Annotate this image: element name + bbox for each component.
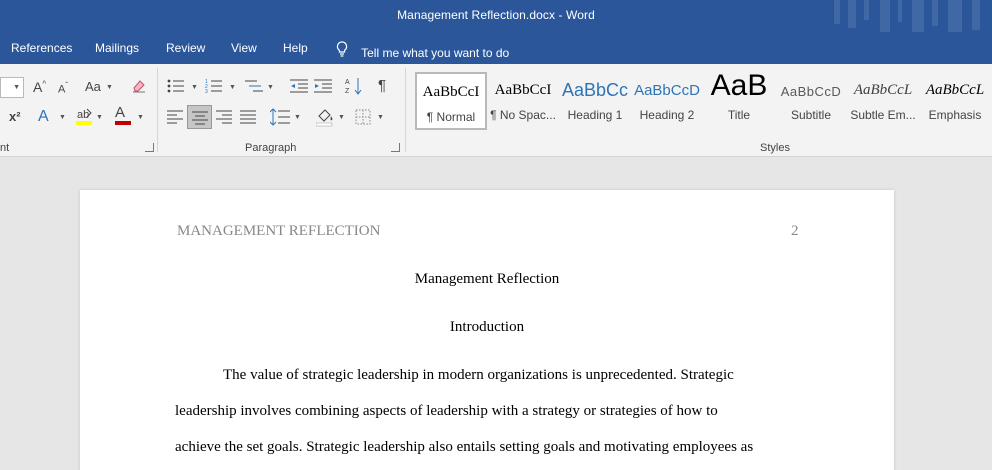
tell-me-box[interactable]: Tell me what you want to do bbox=[336, 41, 509, 60]
sort-icon[interactable]: AZ bbox=[345, 77, 363, 98]
chevron-down-icon: ▼ bbox=[137, 114, 144, 121]
style-sample: AaBbCcL bbox=[925, 82, 985, 98]
chevron-down-icon: ▼ bbox=[267, 84, 274, 91]
style-title[interactable]: AaB Title bbox=[703, 69, 775, 130]
title-bar: Management Reflection.docx - Word bbox=[0, 0, 992, 32]
increase-indent-icon[interactable] bbox=[314, 78, 332, 97]
section-heading: Introduction bbox=[449, 319, 525, 335]
style-name: Title bbox=[727, 108, 751, 122]
style-normal[interactable]: AaBbCcI ¶ Normal bbox=[415, 72, 487, 130]
paragraph-line: The value of strategic leadership in mod… bbox=[223, 367, 734, 383]
highlight-color-button[interactable]: ab bbox=[76, 106, 94, 129]
paragraph-line: achieve the set goals. Strategic leaders… bbox=[175, 439, 754, 455]
document-page[interactable]: MANAGEMENT REFLECTION 2 Management Refle… bbox=[80, 190, 894, 470]
tab-help[interactable]: Help bbox=[283, 41, 308, 55]
svg-text:ab: ab bbox=[77, 109, 89, 121]
grow-font-button[interactable]: A^ bbox=[33, 79, 46, 95]
clear-formatting-icon[interactable] bbox=[131, 78, 147, 97]
divider bbox=[157, 68, 158, 152]
style-sample: AaBbCcD bbox=[780, 84, 842, 99]
chevron-down-icon: ▼ bbox=[13, 84, 20, 91]
numbering-icon[interactable]: 123 bbox=[205, 78, 223, 97]
running-header: MANAGEMENT REFLECTION bbox=[177, 223, 381, 239]
paragraph-dialog-launcher[interactable] bbox=[391, 143, 400, 152]
ribbon: ▼ A^ Aˇ Aa ▼ x² A ▼ ab ▼ A ▼ nt ▼ 123 ▼ … bbox=[0, 64, 992, 157]
align-right-icon[interactable] bbox=[216, 110, 232, 127]
line-spacing-icon[interactable] bbox=[269, 108, 290, 129]
chevron-down-icon: ▼ bbox=[229, 84, 236, 91]
style-subtle-emphasis[interactable]: AaBbCcL Subtle Em... bbox=[847, 72, 919, 130]
align-center-button[interactable] bbox=[187, 105, 212, 129]
multilevel-list-icon[interactable] bbox=[245, 78, 263, 97]
decrease-indent-icon[interactable] bbox=[290, 78, 308, 97]
superscript-button[interactable]: x² bbox=[9, 109, 21, 124]
ribbon-tabs: References Mailings Review View Help Tel… bbox=[0, 32, 992, 64]
tab-review[interactable]: Review bbox=[166, 41, 205, 55]
paragraph-line: leadership involves combining aspects of… bbox=[175, 403, 718, 419]
paragraph-group-label: Paragraph bbox=[245, 142, 297, 154]
svg-text:A: A bbox=[345, 79, 350, 86]
divider bbox=[405, 68, 406, 152]
style-name: ¶ Normal bbox=[426, 110, 476, 124]
document-title: Management Reflection bbox=[414, 271, 560, 287]
align-left-icon[interactable] bbox=[167, 110, 183, 127]
tab-references[interactable]: References bbox=[11, 41, 72, 55]
lightbulb-icon bbox=[336, 41, 352, 60]
style-sample: AaBbCcD bbox=[634, 82, 700, 99]
align-center-icon bbox=[192, 111, 208, 125]
text-effects-button[interactable]: A bbox=[38, 108, 49, 126]
tab-mailings[interactable]: Mailings bbox=[95, 41, 139, 55]
style-name: Subtitle bbox=[790, 108, 832, 122]
style-sample: AaBbCcI bbox=[494, 82, 552, 98]
svg-text:3: 3 bbox=[205, 89, 208, 94]
style-subtitle[interactable]: AaBbCcD Subtitle bbox=[775, 72, 847, 130]
style-heading-1[interactable]: AaBbCc Heading 1 bbox=[559, 72, 631, 130]
style-sample: AaBbCcL bbox=[853, 82, 913, 98]
chevron-down-icon: ▼ bbox=[338, 114, 345, 121]
style-name: ¶ No Spac... bbox=[490, 108, 556, 122]
page-number: 2 bbox=[791, 223, 799, 239]
font-group-label: nt bbox=[0, 142, 10, 154]
shrink-font-button[interactable]: Aˇ bbox=[58, 81, 68, 96]
chevron-down-icon: ▼ bbox=[96, 114, 103, 121]
style-sample: AaB bbox=[710, 69, 768, 102]
chevron-down-icon: ▼ bbox=[59, 114, 66, 121]
tell-me-label: Tell me what you want to do bbox=[361, 46, 510, 60]
bullets-icon[interactable] bbox=[167, 78, 185, 97]
chevron-down-icon: ▼ bbox=[191, 84, 198, 91]
style-name: Heading 1 bbox=[567, 108, 623, 122]
borders-icon[interactable] bbox=[355, 109, 371, 128]
chevron-down-icon: ▼ bbox=[377, 114, 384, 121]
style-emphasis[interactable]: AaBbCcL Emphasis bbox=[919, 72, 991, 130]
style-sample: AaBbCcI bbox=[422, 84, 480, 100]
font-size-dropdown[interactable]: ▼ bbox=[0, 77, 24, 98]
title-bar-decoration bbox=[822, 0, 992, 32]
style-name: Subtle Em... bbox=[850, 108, 916, 122]
style-heading-2[interactable]: AaBbCcD Heading 2 bbox=[631, 72, 703, 130]
font-dialog-launcher[interactable] bbox=[145, 143, 154, 152]
tab-view[interactable]: View bbox=[231, 41, 257, 55]
chevron-down-icon: ▼ bbox=[106, 84, 113, 91]
chevron-down-icon: ▼ bbox=[294, 114, 301, 121]
style-name: Heading 2 bbox=[639, 108, 695, 122]
change-case-button[interactable]: Aa bbox=[85, 79, 101, 94]
show-formatting-marks-button[interactable]: ¶ bbox=[378, 77, 386, 94]
styles-group-label: Styles bbox=[760, 142, 790, 154]
style-no-spacing[interactable]: AaBbCcI ¶ No Spac... bbox=[487, 72, 559, 130]
justify-icon[interactable] bbox=[240, 110, 256, 127]
style-name: Emphasis bbox=[928, 108, 982, 122]
svg-text:Z: Z bbox=[345, 88, 350, 95]
style-sample: AaBbCc bbox=[561, 80, 629, 100]
font-color-button[interactable]: A bbox=[115, 105, 131, 125]
shading-icon[interactable] bbox=[315, 107, 334, 130]
